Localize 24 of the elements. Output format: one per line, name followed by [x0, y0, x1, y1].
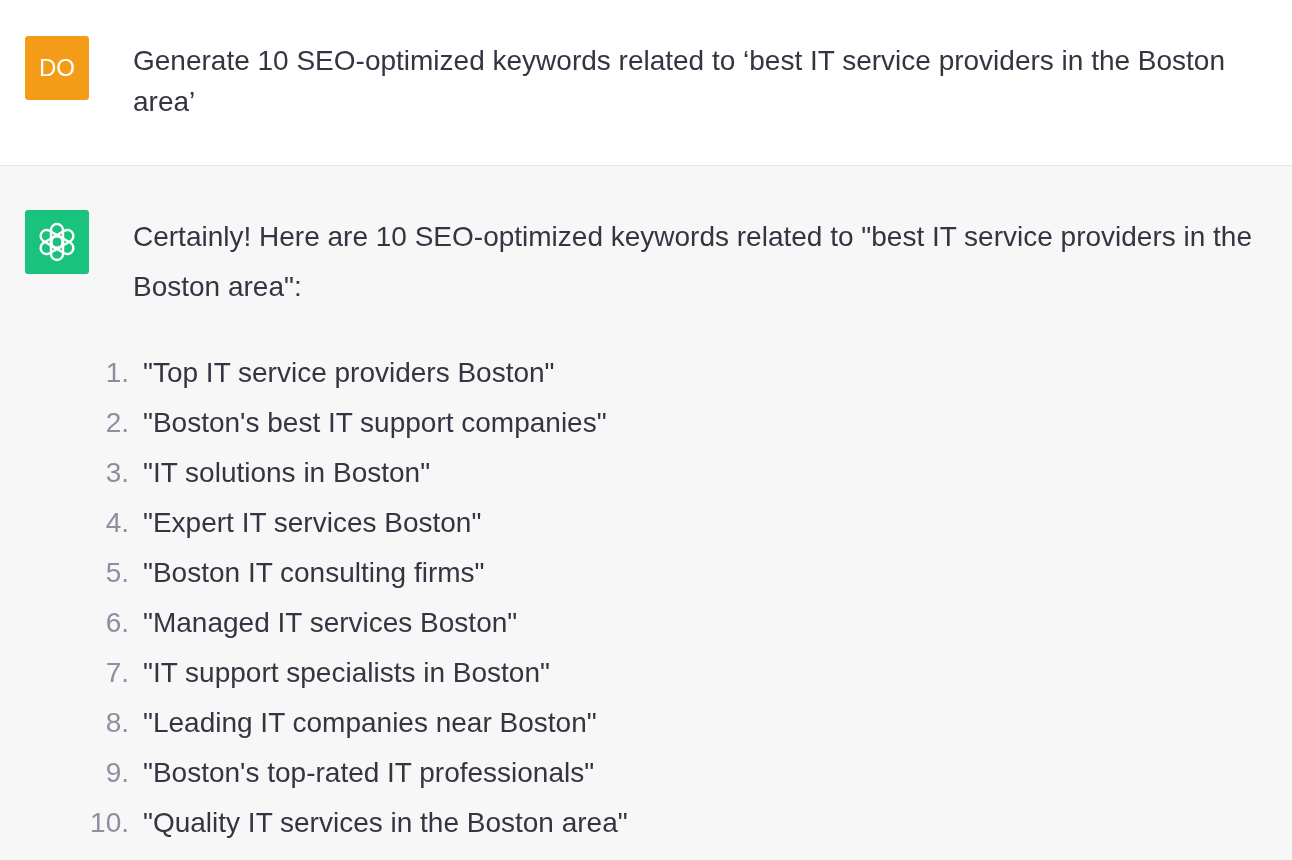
knot-logo-icon	[25, 210, 89, 274]
list-number: 8.	[104, 706, 129, 740]
message-text: Generate 10 SEO-optimized keywords related to ‘best IT service providers in the Boston area’	[133, 44, 1226, 119]
list-item-text: "Top IT service providers Boston"	[143, 356, 555, 390]
list-item-text: "Boston's top-rated IT professionals"	[143, 756, 595, 790]
list-item-text: "IT solutions in Boston"	[143, 456, 431, 490]
list-item-text: "IT support specialists in Boston"	[143, 656, 550, 690]
list-number: 7.	[104, 656, 129, 690]
list-item-text: "Quality IT services in the Boston area"	[143, 806, 628, 840]
list-number: 4.	[104, 506, 129, 540]
list-item-text: "Expert IT services Boston"	[143, 506, 482, 540]
list-item-text: "Leading IT companies near Boston"	[143, 706, 597, 740]
list-number: 6.	[104, 606, 129, 640]
user-avatar: DO	[25, 36, 89, 100]
list-number: 1.	[104, 356, 129, 390]
list-number: 5.	[104, 556, 129, 590]
message-text: Certainly! Here are 10 SEO-optimized keywords related to "best IT service providers in the Boston area":	[133, 220, 1253, 304]
list-item-text: "Boston's best IT support companies"	[143, 406, 607, 440]
list-item-text: "Managed IT services Boston"	[143, 606, 518, 640]
list-number: 9.	[104, 756, 129, 790]
list-number: 2.	[104, 406, 129, 440]
list-item-text: "Boston IT consulting firms"	[143, 556, 485, 590]
list-number: 3.	[104, 456, 129, 490]
list-number: 10.	[89, 806, 129, 840]
